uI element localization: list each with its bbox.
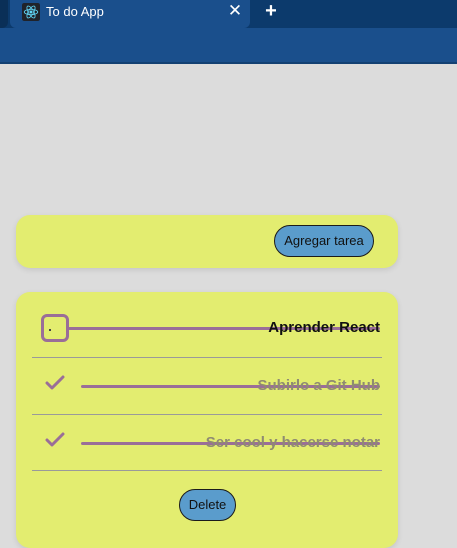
checkmark-icon[interactable] bbox=[45, 375, 65, 391]
task-text: Aprender React bbox=[268, 319, 380, 336]
new-tab-button[interactable]: + bbox=[262, 1, 280, 21]
add-task-card: Agregar tarea bbox=[16, 215, 398, 268]
browser-toolbar bbox=[0, 28, 457, 64]
task-item[interactable]: Aprender React bbox=[32, 300, 382, 357]
close-tab-icon[interactable]: ✕ bbox=[226, 2, 244, 20]
delete-button[interactable]: Delete bbox=[179, 489, 236, 521]
react-logo-icon bbox=[22, 3, 40, 21]
browser-tab-active[interactable]: To do App ✕ bbox=[10, 0, 250, 28]
checkmark-icon[interactable] bbox=[45, 432, 65, 448]
page-content: Agregar tarea Aprender React Subirlo a G… bbox=[0, 64, 457, 548]
task-text: Ser cool y hacerse notar bbox=[205, 434, 380, 451]
add-task-button[interactable]: Agregar tarea bbox=[274, 225, 374, 257]
browser-tab-strip: To do App ✕ + bbox=[0, 0, 457, 28]
previous-tab[interactable] bbox=[0, 0, 8, 28]
divider bbox=[32, 470, 382, 471]
task-item[interactable]: Ser cool y hacerse notar bbox=[32, 414, 382, 471]
tab-title: To do App bbox=[46, 4, 104, 19]
checkbox-icon[interactable] bbox=[41, 314, 69, 342]
task-item[interactable]: Subirlo a Git Hub bbox=[32, 357, 382, 414]
task-text: Subirlo a Git Hub bbox=[257, 377, 381, 394]
task-list-card: Aprender React Subirlo a Git Hub Ser coo… bbox=[16, 292, 398, 548]
